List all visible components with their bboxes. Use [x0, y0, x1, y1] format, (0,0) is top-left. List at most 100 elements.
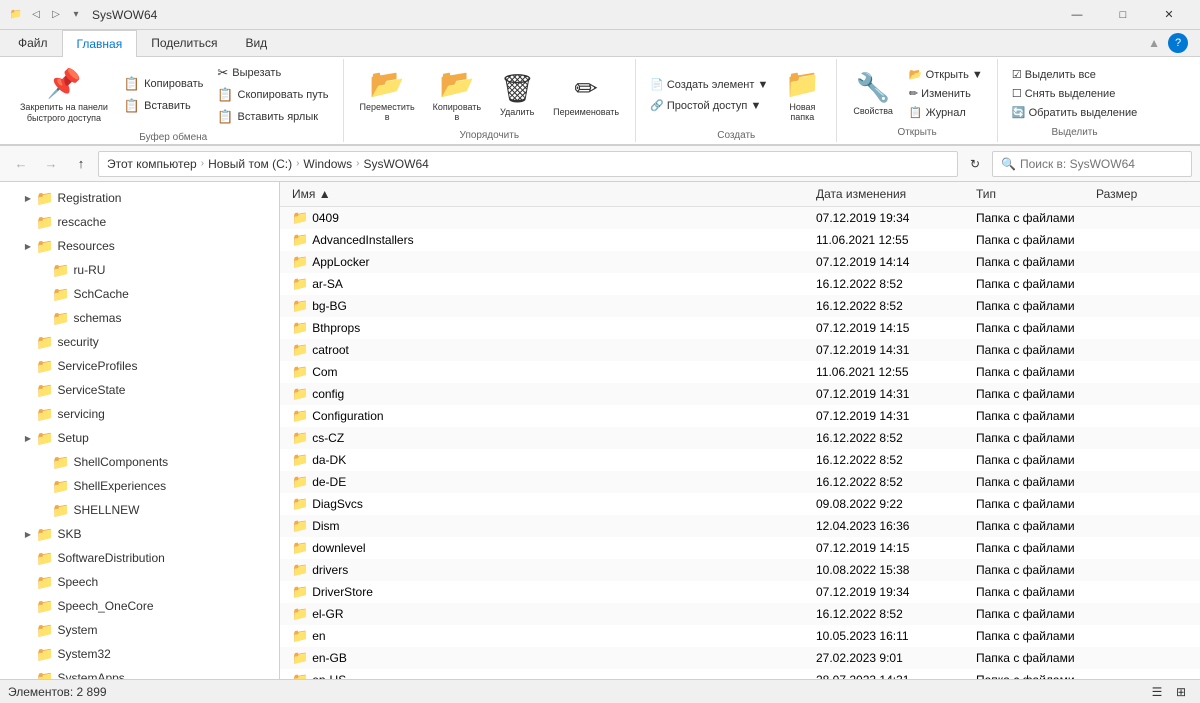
history-button[interactable]: 📋 Журнал: [903, 104, 989, 121]
sidebar-item-shellexperiences[interactable]: 📁 ShellExperiences: [0, 474, 279, 498]
details-view-button[interactable]: ☰: [1146, 681, 1168, 703]
table-row[interactable]: 📁 en-GB 27.02.2023 9:01 Папка с файлами: [280, 647, 1200, 669]
table-row[interactable]: 📁 da-DK 16.12.2022 8:52 Папка с файлами: [280, 449, 1200, 471]
sidebar-item-shellnew[interactable]: 📁 SHELLNEW: [0, 498, 279, 522]
col-type[interactable]: Тип: [972, 185, 1092, 203]
file-name: 📁 Com: [288, 364, 812, 380]
sidebar-item-system[interactable]: 📁 System: [0, 618, 279, 642]
search-input[interactable]: [1020, 157, 1183, 171]
table-row[interactable]: 📁 DriverStore 07.12.2019 19:34 Папка с ф…: [280, 581, 1200, 603]
up-button[interactable]: ↑: [68, 151, 94, 177]
sidebar-item-setup[interactable]: ▶ 📁 Setup: [0, 426, 279, 450]
file-name-text: el-GR: [312, 607, 343, 621]
paste-shortcut-button[interactable]: 📋 Вставить ярлык: [211, 107, 334, 127]
copy-to-button[interactable]: 📂 Копироватьв: [425, 63, 489, 126]
table-row[interactable]: 📁 ar-SA 16.12.2022 8:52 Папка с файлами: [280, 273, 1200, 295]
edit-button[interactable]: ✏ Изменить: [903, 85, 989, 102]
table-row[interactable]: 📁 catroot 07.12.2019 14:31 Папка с файла…: [280, 339, 1200, 361]
col-size[interactable]: Размер: [1092, 185, 1172, 203]
table-row[interactable]: 📁 Com 11.06.2021 12:55 Папка с файлами: [280, 361, 1200, 383]
table-row[interactable]: 📁 AdvancedInstallers 11.06.2021 12:55 Па…: [280, 229, 1200, 251]
new-folder-button[interactable]: 📁 Новаяпапка: [776, 63, 828, 126]
sidebar-item-speech[interactable]: 📁 Speech: [0, 570, 279, 594]
refresh-button[interactable]: ↻: [962, 151, 988, 177]
tab-home[interactable]: Главная: [62, 30, 138, 57]
pin-button[interactable]: 📌 Закрепить на панелибыстрого доступа: [12, 63, 116, 128]
sidebar-item-shellcomponents[interactable]: 📁 ShellComponents: [0, 450, 279, 474]
col-name[interactable]: Имя ▲: [288, 185, 812, 203]
copy-button[interactable]: 📋 Копировать: [118, 74, 209, 94]
col-date[interactable]: Дата изменения: [812, 185, 972, 203]
tab-view[interactable]: Вид: [231, 30, 281, 56]
table-row[interactable]: 📁 Bthprops 07.12.2019 14:15 Папка с файл…: [280, 317, 1200, 339]
tab-file[interactable]: Файл: [4, 30, 62, 56]
sidebar-item-ruru[interactable]: 📁 ru-RU: [0, 258, 279, 282]
tab-share[interactable]: Поделиться: [137, 30, 231, 56]
open-button[interactable]: 📂 Открыть ▼: [903, 66, 989, 83]
ribbon-group-new: 📄 Создать элемент ▼ 🔗 Простой доступ ▼ 📁…: [636, 59, 837, 142]
breadcrumb-drive[interactable]: Новый том (C:): [208, 157, 292, 171]
sidebar-item-schemas[interactable]: 📁 schemas: [0, 306, 279, 330]
copy-path-button[interactable]: 📋 Скопировать путь: [211, 85, 334, 105]
sidebar-item-serviceprofiles[interactable]: 📁 ServiceProfiles: [0, 354, 279, 378]
help-button[interactable]: ?: [1168, 33, 1188, 53]
ribbon-collapse-btn[interactable]: ▲: [1148, 36, 1160, 50]
close-button[interactable]: ✕: [1146, 0, 1192, 30]
sidebar-item-registration[interactable]: ▶ 📁 Registration: [0, 186, 279, 210]
table-row[interactable]: 📁 0409 07.12.2019 19:34 Папка с файлами: [280, 207, 1200, 229]
table-row[interactable]: 📁 downlevel 07.12.2019 14:15 Папка с фай…: [280, 537, 1200, 559]
sidebar-item-skb[interactable]: ▶ 📁 SKB: [0, 522, 279, 546]
table-row[interactable]: 📁 Dism 12.04.2023 16:36 Папка с файлами: [280, 515, 1200, 537]
back-button[interactable]: ←: [8, 151, 34, 177]
minimize-button[interactable]: —: [1054, 0, 1100, 30]
sidebar-item-speech-onecore[interactable]: 📁 Speech_OneCore: [0, 594, 279, 618]
table-row[interactable]: 📁 bg-BG 16.12.2022 8:52 Папка с файлами: [280, 295, 1200, 317]
select-all-button[interactable]: ☑ Выделить все: [1006, 66, 1143, 83]
maximize-button[interactable]: □: [1100, 0, 1146, 30]
table-row[interactable]: 📁 drivers 10.08.2022 15:38 Папка с файла…: [280, 559, 1200, 581]
sidebar-item-softwaredist[interactable]: 📁 SoftwareDistribution: [0, 546, 279, 570]
sidebar-item-security[interactable]: 📁 security: [0, 330, 279, 354]
folder-icon: 📁: [292, 364, 308, 380]
history-label: 📋 Журнал: [909, 106, 966, 119]
table-row[interactable]: 📁 en-US 28.07.2023 14:31 Папка с файлами: [280, 669, 1200, 679]
file-date: 11.06.2021 12:55: [812, 233, 972, 247]
paste-button[interactable]: 📋 Вставить: [118, 96, 209, 116]
easy-access-button[interactable]: 🔗 Простой доступ ▼: [644, 97, 774, 114]
new-folder-label: Новаяпапка: [789, 102, 815, 122]
properties-button[interactable]: 🔧 Свойства: [845, 67, 901, 120]
table-row[interactable]: 📁 Configuration 07.12.2019 14:31 Папка с…: [280, 405, 1200, 427]
sidebar-item-system32[interactable]: 📁 System32: [0, 642, 279, 666]
breadcrumb-windows[interactable]: Windows: [303, 157, 352, 171]
table-row[interactable]: 📁 el-GR 16.12.2022 8:52 Папка с файлами: [280, 603, 1200, 625]
sidebar-item-schcache[interactable]: 📁 SchCache: [0, 282, 279, 306]
file-name: 📁 0409: [288, 210, 812, 226]
new-item-button[interactable]: 📄 Создать элемент ▼: [644, 76, 774, 93]
breadcrumb-computer[interactable]: Этот компьютер: [107, 157, 197, 171]
sidebar-item-resources[interactable]: ▶ 📁 Resources: [0, 234, 279, 258]
tiles-view-button[interactable]: ⊞: [1170, 681, 1192, 703]
sidebar-item-rescache[interactable]: 📁 rescache: [0, 210, 279, 234]
sidebar-item-systemapps[interactable]: 📁 SystemApps: [0, 666, 279, 679]
table-row[interactable]: 📁 en 10.05.2023 16:11 Папка с файлами: [280, 625, 1200, 647]
forward-button[interactable]: →: [38, 151, 64, 177]
table-row[interactable]: 📁 config 07.12.2019 14:31 Папка с файлам…: [280, 383, 1200, 405]
cut-button[interactable]: ✂ Вырезать: [211, 63, 334, 83]
rename-label: Переименовать: [553, 107, 619, 117]
rename-button[interactable]: ✏ Переименовать: [545, 68, 627, 121]
table-row[interactable]: 📁 cs-CZ 16.12.2022 8:52 Папка с файлами: [280, 427, 1200, 449]
delete-button[interactable]: 🗑 Удалить: [491, 68, 543, 121]
sidebar-item-servicing[interactable]: 📁 servicing: [0, 402, 279, 426]
move-to-button[interactable]: 📂 Переместитьв: [352, 63, 423, 126]
breadcrumb: Этот компьютер › Новый том (C:) › Window…: [98, 151, 958, 177]
table-row[interactable]: 📁 DiagSvcs 09.08.2022 9:22 Папка с файла…: [280, 493, 1200, 515]
deselect-button[interactable]: ☐ Снять выделение: [1006, 85, 1143, 102]
invert-selection-button[interactable]: 🔄 Обратить выделение: [1006, 104, 1143, 121]
table-row[interactable]: 📁 AppLocker 07.12.2019 14:14 Папка с фай…: [280, 251, 1200, 273]
copy-paste-group: 📋 Копировать 📋 Вставить: [118, 74, 209, 116]
table-row[interactable]: 📁 de-DE 16.12.2022 8:52 Папка с файлами: [280, 471, 1200, 493]
sidebar-label-resources: Resources: [57, 239, 114, 253]
sidebar-item-servicestate[interactable]: 📁 ServiceState: [0, 378, 279, 402]
folder-icon: 📁: [52, 502, 69, 519]
sidebar-label-shellexperiences: ShellExperiences: [73, 479, 166, 493]
